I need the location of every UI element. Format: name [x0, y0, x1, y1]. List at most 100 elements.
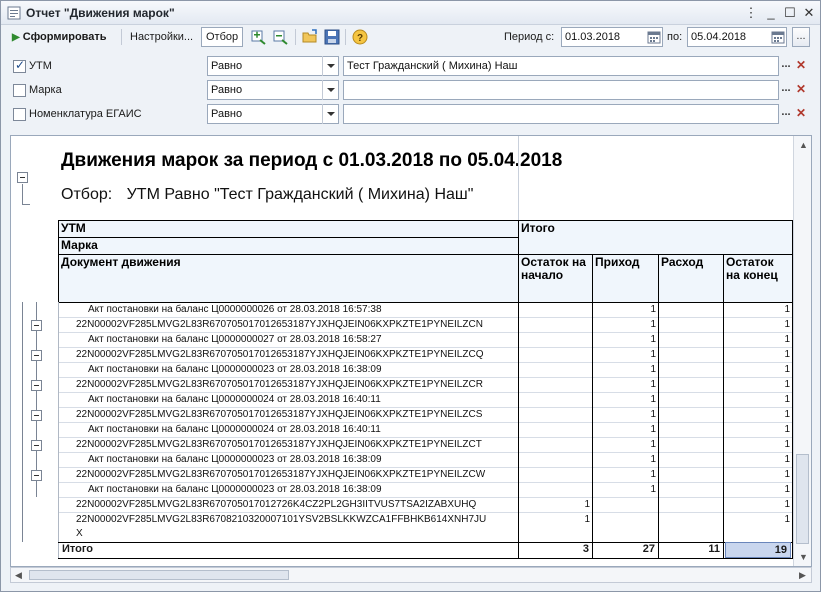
- row-start: [519, 333, 592, 348]
- scroll-right-icon[interactable]: ▶: [799, 570, 806, 581]
- period-to-value: 05.04.2018: [691, 31, 747, 43]
- row-in: 1: [650, 424, 656, 435]
- header-end: Остаток на конец: [724, 255, 792, 302]
- vertical-scrollbar[interactable]: ▲ ▼: [793, 136, 811, 566]
- collapse-icon[interactable]: [31, 380, 42, 391]
- report-document[interactable]: Движения марок за период с 01.03.2018 по…: [10, 135, 812, 567]
- row-in: 1: [650, 484, 656, 495]
- filter-mark-label: Марка: [29, 84, 62, 96]
- scroll-thumb-h[interactable]: [29, 570, 289, 580]
- filter-utm-condition[interactable]: Равно: [207, 56, 339, 76]
- chevron-down-icon[interactable]: [322, 56, 338, 76]
- close-icon[interactable]: ✕: [801, 5, 817, 21]
- total-out: 11: [708, 543, 720, 555]
- filter-nomenclature-clear-icon[interactable]: ✕: [794, 104, 808, 124]
- more-icon[interactable]: ⋮: [743, 5, 759, 21]
- filter-utm-checkbox[interactable]: ✓: [13, 58, 26, 73]
- table-row[interactable]: 22N00002VF285LMVG2L83R670705017012653187…: [58, 438, 793, 453]
- horizontal-scrollbar[interactable]: ◀ ▶: [10, 567, 812, 583]
- collapse-icon[interactable]: [31, 410, 42, 421]
- collapse-icon[interactable]: [17, 172, 28, 183]
- total-row[interactable]: Итого 3 27 11 19: [58, 542, 793, 558]
- filter-nomenclature-condition[interactable]: Равно: [207, 104, 339, 124]
- scroll-down-icon[interactable]: ▼: [799, 552, 808, 562]
- scroll-thumb[interactable]: [796, 454, 809, 544]
- row-in: [593, 498, 658, 513]
- filter-utm-condition-value: Равно: [211, 60, 243, 72]
- table-row[interactable]: Акт постановки на баланс Ц0000000024 от …: [58, 423, 793, 438]
- table-row[interactable]: 22N00002VF285LMVG2L83R670705017012653187…: [58, 468, 793, 483]
- filter-mark-clear-icon[interactable]: ✕: [794, 80, 808, 100]
- minimize-icon[interactable]: _: [763, 5, 779, 21]
- period-select-button[interactable]: ...: [792, 27, 810, 47]
- open-folder-icon[interactable]: [301, 28, 319, 46]
- filter-button[interactable]: Отбор: [201, 27, 244, 47]
- chevron-down-icon[interactable]: [322, 104, 338, 124]
- row-in: 1: [650, 334, 656, 345]
- row-out: [659, 318, 723, 333]
- filter-mark-select-button[interactable]: ...: [779, 80, 793, 100]
- table-row[interactable]: 22N00002VF285LMVG2L83R670705017012653187…: [58, 318, 793, 333]
- filter-mark-value[interactable]: [343, 80, 779, 100]
- row-start: 1: [584, 514, 590, 525]
- row-start: 1: [584, 499, 590, 510]
- row-out: [659, 423, 723, 438]
- report-filter-text: УТМ Равно "Тест Гражданский ( Михина) На…: [126, 186, 474, 203]
- row-doc: Акт постановки на баланс Ц0000000027 от …: [88, 334, 382, 345]
- row-end: 1: [784, 349, 790, 360]
- table-row[interactable]: 22N00002VF285LMVG2L83R6708210320007101YS…: [58, 513, 793, 542]
- row-start: [519, 318, 592, 333]
- row-in: 1: [650, 469, 656, 480]
- filter-nomenclature-label: Номенклатура ЕГАИС: [29, 108, 142, 120]
- scroll-up-icon[interactable]: ▲: [799, 140, 808, 150]
- row-out: [659, 348, 723, 363]
- table-row[interactable]: Акт постановки на баланс Ц0000000023 от …: [58, 483, 793, 498]
- total-end[interactable]: 19: [725, 542, 791, 558]
- table-row[interactable]: Акт постановки на баланс Ц0000000024 от …: [58, 393, 793, 408]
- collapse-icon[interactable]: [31, 440, 42, 451]
- row-doc: 22N00002VF285LMVG2L83R670705017012653187…: [76, 469, 486, 480]
- table-row[interactable]: 22N00002VF285LMVG2L83R670705017012653187…: [58, 408, 793, 423]
- chevron-down-icon[interactable]: [322, 80, 338, 100]
- filter-utm-select-button[interactable]: ...: [779, 56, 793, 76]
- table-row[interactable]: Акт постановки на баланс Ц0000000026 от …: [58, 303, 793, 318]
- filter-utm-value[interactable]: Тест Гражданский ( Михина) Наш: [343, 56, 779, 76]
- table-row[interactable]: Акт постановки на баланс Ц0000000023 от …: [58, 453, 793, 468]
- filter-utm-clear-icon[interactable]: ✕: [794, 56, 808, 76]
- calendar-icon[interactable]: [647, 30, 661, 44]
- row-start: [519, 438, 592, 453]
- toolbar: ▶ Сформировать Настройки... Отбор ? Пери…: [1, 25, 820, 49]
- table-row[interactable]: Акт постановки на баланс Ц0000000027 от …: [58, 333, 793, 348]
- calendar-icon[interactable]: [771, 30, 785, 44]
- toolbar-separator: [345, 29, 346, 45]
- filter-nomenclature-checkbox[interactable]: [13, 108, 26, 121]
- row-end: 1: [784, 334, 790, 345]
- collapse-groups-icon[interactable]: [271, 28, 289, 46]
- row-in: 1: [650, 364, 656, 375]
- row-out: [659, 483, 723, 498]
- filter-mark-condition[interactable]: Равно: [207, 80, 339, 100]
- table-row[interactable]: 22N00002VF285LMVG2L83R670705017012653187…: [58, 348, 793, 363]
- table-row[interactable]: 22N00002VF285LMVG2L83R670705017012653187…: [58, 378, 793, 393]
- filter-nomenclature-value[interactable]: [343, 104, 779, 124]
- filter-utm-value-text: Тест Гражданский ( Михина) Наш: [347, 60, 518, 72]
- help-icon[interactable]: ?: [351, 28, 369, 46]
- row-out: [659, 393, 723, 408]
- collapse-icon[interactable]: [31, 470, 42, 481]
- window-title: Отчет "Движения марок": [26, 6, 175, 20]
- collapse-icon[interactable]: [31, 320, 42, 331]
- filter-mark-checkbox[interactable]: [13, 84, 26, 97]
- table-row[interactable]: 22N00002VF285LMVG2L83R670705017012726K4C…: [58, 498, 793, 513]
- settings-button[interactable]: Настройки...: [125, 27, 198, 47]
- collapse-icon[interactable]: [31, 350, 42, 361]
- row-start: [519, 453, 592, 468]
- expand-groups-icon[interactable]: [249, 28, 267, 46]
- row-out: [659, 378, 723, 393]
- save-icon[interactable]: [323, 28, 341, 46]
- table-row[interactable]: Акт постановки на баланс Ц0000000023 от …: [58, 363, 793, 378]
- filter-nomenclature-select-button[interactable]: ...: [779, 104, 793, 124]
- row-doc: Акт постановки на баланс Ц0000000023 от …: [88, 484, 382, 495]
- maximize-icon[interactable]: ☐: [782, 5, 798, 21]
- scroll-left-icon[interactable]: ◀: [15, 570, 22, 581]
- generate-button[interactable]: ▶ Сформировать: [7, 27, 112, 47]
